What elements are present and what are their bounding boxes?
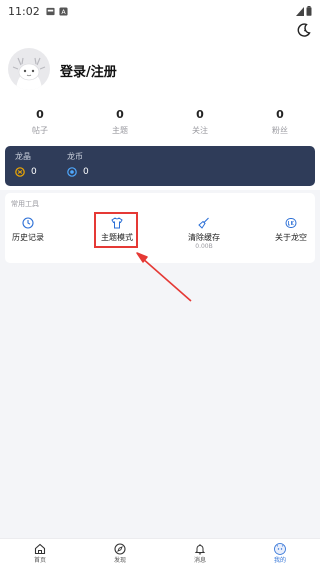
wallet-coin-row: 0 [67,167,89,177]
signal-icon [296,6,304,16]
nav-mine[interactable]: 我的 [240,539,320,568]
stats-row: 0 帖子 0 主题 0 关注 0 粉丝 [0,108,320,138]
image-notification-icon [46,7,55,15]
login-register-link[interactable]: 登录/注册 [60,61,117,80]
clock-icon [22,217,34,229]
stat-posts-label: 帖子 [32,126,48,135]
wallet-crystal-value: 0 [31,167,37,177]
profile-avatar-icon [274,543,286,555]
broom-icon [198,217,209,229]
stat-following-value: 0 [196,108,204,121]
dragon-coin-icon [67,167,77,177]
tool-history[interactable]: 历史记录 [0,217,58,243]
nav-home-label: 首页 [33,557,46,564]
tool-clear-cache[interactable]: 清除缓存 0.00B [174,217,234,251]
stat-followers-label: 粉丝 [272,126,288,135]
battery-icon [306,6,312,16]
bell-icon [194,544,206,555]
stat-posts-value: 0 [36,108,44,121]
bottom-nav: 首页 发现 消息 我的 [0,538,320,568]
tool-about[interactable]: 关于龙空 [261,217,320,243]
dragon-mascot-icon [12,57,46,90]
wallet-crystal-row: 0 [15,167,37,177]
stat-following[interactable]: 0 关注 [160,108,240,138]
about-icon [285,218,297,228]
home-icon [34,543,46,555]
nav-discover[interactable]: 发现 [80,539,160,568]
wallet-coin-label: 龙币 [67,152,83,161]
wallet-item-crystal[interactable]: 龙晶 0 [15,152,37,177]
stat-topics[interactable]: 0 主题 [80,108,160,138]
status-bar: 11:02 A [0,0,320,22]
stat-topics-label: 主题 [112,126,128,135]
nav-home[interactable]: 首页 [0,539,80,568]
wallet-crystal-label: 龙晶 [15,152,31,161]
tool-clear-cache-label: 清除缓存 [188,233,220,242]
nav-messages-label: 消息 [193,557,206,564]
tools-title: 常用工具 [11,200,39,208]
status-time: 11:02 [8,4,40,18]
wallet-coin-value: 0 [83,167,89,177]
stat-posts[interactable]: 0 帖子 [0,108,80,138]
tool-about-label: 关于龙空 [275,233,307,242]
wallet-card: 龙晶 0 龙币 0 [5,146,315,186]
svg-text:A: A [61,9,66,16]
tool-history-label: 历史记录 [12,233,44,242]
compass-icon [114,543,126,555]
nav-mine-label: 我的 [273,557,286,564]
stat-followers-value: 0 [276,108,284,121]
stat-following-label: 关注 [192,126,208,135]
avatar[interactable] [8,48,50,90]
dragon-crystal-icon [15,167,25,177]
wallet-item-coin[interactable]: 龙币 0 [67,152,89,177]
tools-card: 常用工具 历史记录 主题模式 清除缓存 0.00B 关于龙空 [5,193,315,263]
night-mode-icon[interactable] [296,22,312,38]
tool-cache-size: 0.00B [195,243,213,250]
nav-messages[interactable]: 消息 [160,539,240,568]
nav-discover-label: 发现 [113,557,126,564]
app-notification-icon: A [59,6,68,16]
stat-followers[interactable]: 0 粉丝 [240,108,320,138]
highlight-box [94,212,138,248]
stat-topics-value: 0 [116,108,124,121]
status-right [296,6,312,16]
